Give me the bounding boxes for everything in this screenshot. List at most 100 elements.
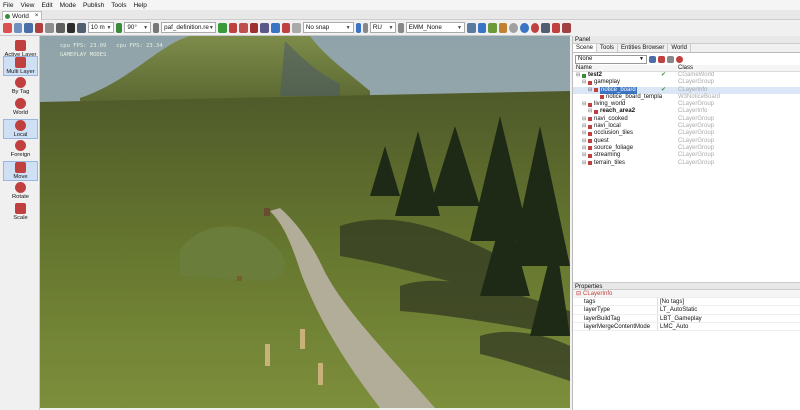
expand-icon[interactable]: ⊟ [573,290,581,297]
stop-icon[interactable] [509,22,518,33]
multi-layer-button[interactable]: Multi Layer [3,56,38,76]
rotate-button[interactable]: Rotate [3,182,38,200]
tree-row[interactable]: ⊟ occlusion_tiles CLayerGroup [573,130,800,137]
menu-publish[interactable]: Publish [83,2,104,9]
expand-icon[interactable]: ⊟ [582,152,586,159]
open-icon[interactable] [13,22,23,33]
tree-row[interactable]: ⊟ living_world CLayerGroup [573,101,800,108]
snap-icon[interactable] [292,22,301,33]
move-button[interactable]: Move [3,161,38,181]
expand-icon[interactable]: ⊟ [588,108,592,115]
pivot-icon[interactable] [271,22,280,33]
select-icon[interactable] [260,22,270,33]
local-button[interactable]: Local [3,119,38,139]
property-row[interactable]: layerMergeContentMode LMC_Auto [573,322,800,331]
preview-icon[interactable] [466,22,476,33]
tree-row[interactable]: ⊟ test2 ✔ CGameWorld [573,72,800,79]
tree-row[interactable]: ⊟ source_foliage CLayerGroup [573,145,800,152]
by-tag-button[interactable]: By Tag [3,77,38,95]
check-icon[interactable]: ✔ [661,87,666,94]
scene-viewport[interactable]: cpu FPS: 23.09 cpu FPS: 23.34 GAMEPLAY M… [40,36,570,408]
menu-file[interactable]: File [3,2,13,9]
close-icon[interactable]: × [35,13,39,19]
property-row[interactable]: layerBuildTag LBT_Gameplay [573,314,800,323]
layers-icon[interactable] [541,22,550,33]
magnet-icon[interactable] [281,22,291,33]
scene-panel: Panel Scene Tools Entities Browser World… [572,36,800,410]
arrow-right-icon[interactable] [218,22,227,33]
cpu-fps-a: cpu FPS: 23.09 [60,43,107,49]
scale-icon[interactable] [249,22,259,33]
tree-row[interactable]: notice_board_templa W3NoticeBoard [573,94,800,101]
expand-icon[interactable]: ⊟ [582,145,586,152]
menu-view[interactable]: View [20,2,34,9]
property-value[interactable]: LT_AutoStatic [657,306,800,314]
settings-icon[interactable] [498,22,508,33]
property-row[interactable]: layerType LT_AutoStatic [573,306,800,315]
expand-icon[interactable]: ⊟ [582,160,586,167]
menu-edit[interactable]: Edit [41,2,52,9]
layout-icon[interactable] [66,22,76,33]
rotate-icon[interactable] [239,22,248,33]
scale-button[interactable]: Scale [3,203,38,221]
save-icon[interactable] [24,22,33,33]
stack-icon[interactable] [562,22,571,33]
filter-select[interactable]: None ▼ [575,54,647,64]
property-row[interactable]: tags [No tags] [573,298,800,307]
menu-help[interactable]: Help [133,2,146,9]
property-value[interactable]: LBT_Gameplay [657,314,800,322]
tree-row[interactable]: ⊟ navi_cooked CLayerGroup [573,116,800,123]
cross-icon[interactable] [477,22,487,33]
expand-icon[interactable]: ⊟ [588,87,592,94]
camera-icon[interactable] [77,22,86,33]
tree-row[interactable]: ⊟ terrain_tiles CLayerGroup [573,160,800,167]
foreign-button[interactable]: Foreign [3,140,38,158]
layer-icon [588,139,592,144]
home-icon[interactable] [519,22,529,33]
property-value[interactable]: [No tags] [657,298,800,306]
emm-select[interactable]: EMM_None ▼ [405,22,465,33]
world-button[interactable]: World [3,98,38,116]
expand-icon[interactable]: ⊟ [582,101,586,108]
tab-entities-browser[interactable]: Entities Browser [618,44,669,52]
tree-row[interactable]: ⊟ reach_area2 CLayerInfo [573,108,800,115]
terrain-icon[interactable] [488,22,497,33]
property-value[interactable]: LMC_Auto [657,322,800,330]
marker-icon[interactable] [355,22,361,33]
copy-icon[interactable] [45,22,54,33]
tree-row[interactable]: ⊟ gameplay CLayerGroup [573,79,800,86]
tree-row[interactable]: ⊟ notice_board ✔ CLayerInfo [573,86,800,94]
definition-select[interactable]: paf_definition.re ▼ [161,22,217,33]
save-layer-icon[interactable] [649,55,656,63]
eye-icon[interactable] [676,55,683,63]
delete-layer-icon[interactable] [658,55,665,63]
snap-select[interactable]: No snap ▼ [302,22,354,33]
tree-row[interactable]: ⊟ quest CLayerGroup [573,138,800,145]
menu-tools[interactable]: Tools [111,2,126,9]
tab-world-label: World [12,12,29,20]
gear-icon[interactable] [530,22,540,33]
tab-tools[interactable]: Tools [597,44,619,52]
angle-select[interactable]: 90° ▼ [124,22,152,33]
expand-icon[interactable]: ⊟ [582,123,586,130]
expand-icon[interactable]: ⊟ [582,79,586,86]
region-select[interactable]: RU ▼ [369,22,397,33]
delete-icon[interactable] [34,22,44,33]
tree-row[interactable]: ⊟ navi_local CLayerGroup [573,123,800,130]
tab-scene[interactable]: Scene [573,44,598,52]
target-icon[interactable] [551,22,561,33]
expand-icon[interactable]: ⊟ [582,138,586,145]
expand-icon[interactable]: ⊟ [582,116,586,123]
menu-mode[interactable]: Mode [60,2,76,9]
check-icon[interactable]: ✔ [661,72,666,79]
add-layer-icon[interactable] [667,55,674,63]
translate-icon[interactable] [228,22,238,33]
tab-world[interactable]: World [668,44,691,52]
tree-row[interactable]: ⊟ streaming CLayerGroup [573,152,800,159]
new-icon[interactable] [3,22,12,33]
distance-select[interactable]: 10 m ▼ [87,22,115,33]
expand-icon[interactable]: ⊟ [582,130,586,137]
expand-icon[interactable]: ⊟ [576,72,580,79]
grid-icon[interactable] [55,22,65,33]
tab-world[interactable]: World × [2,11,42,20]
